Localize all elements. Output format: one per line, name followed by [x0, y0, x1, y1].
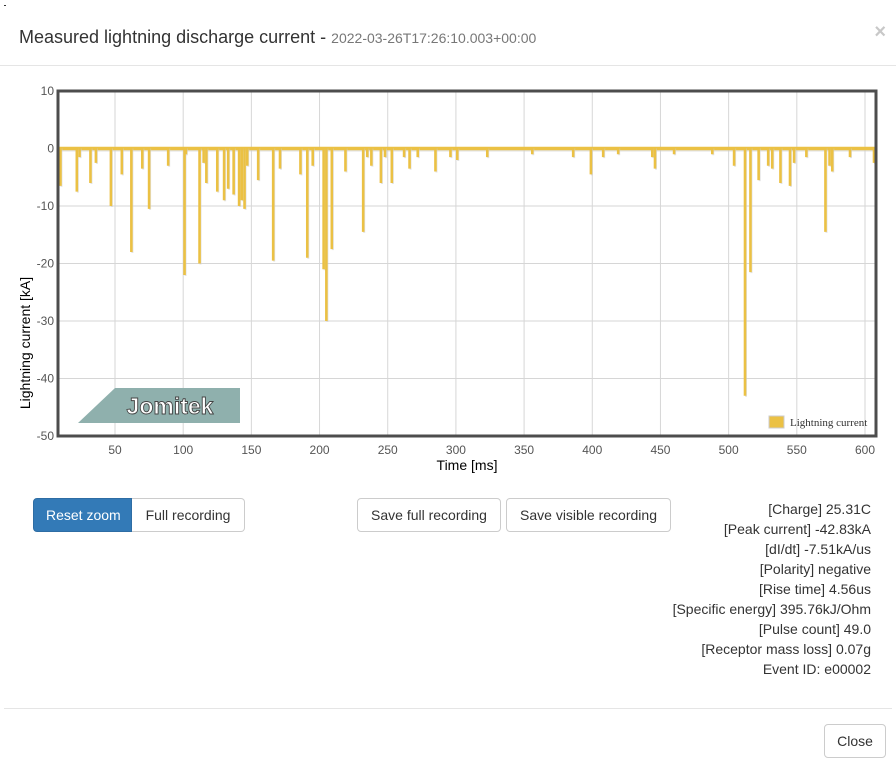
- legend-label: Lightning current: [790, 417, 867, 429]
- reset-zoom-button[interactable]: Reset zoom: [33, 498, 132, 532]
- close-button[interactable]: Close: [824, 724, 886, 758]
- y-tick-label: 0: [47, 142, 54, 156]
- current-chart[interactable]: Jomitek 50 100 150 200 250 300 350 400 450 500 550…: [0, 80, 896, 480]
- x-tick-label: 450: [650, 443, 670, 457]
- info-event-id: Event ID: e00002: [762, 661, 871, 677]
- jomitek-watermark: Jomitek: [78, 388, 240, 423]
- x-tick-label: 250: [378, 443, 398, 457]
- y-tick-label: -30: [37, 314, 55, 328]
- x-tick-label: 400: [582, 443, 602, 457]
- y-tick-label: -20: [37, 257, 55, 271]
- y-axis-label: Lightning current [kA]: [17, 277, 33, 409]
- modal-title-text: Measured lightning discharge current -: [19, 27, 332, 47]
- event-info: [Charge] 25.31C [Peak current] -42.83kA …: [673, 499, 871, 679]
- x-tick-label: 200: [310, 443, 330, 457]
- y-tick-label: 10: [41, 84, 55, 98]
- modal-footer-divider: [4, 708, 892, 709]
- x-tick-label: 100: [173, 443, 193, 457]
- y-tick-label: -50: [37, 429, 55, 443]
- save-visible-recording-button[interactable]: Save visible recording: [506, 498, 671, 532]
- modal-header: Measured lightning discharge current - 2…: [0, 0, 896, 66]
- chart-grid: [58, 91, 876, 436]
- legend-swatch: [768, 415, 785, 429]
- x-axis-label: Time [ms]: [437, 457, 498, 473]
- series-lightning-current: [59, 146, 876, 397]
- info-specific-energy: [Specific energy] 395.76kJ/Ohm: [672, 601, 871, 617]
- y-tick-label: -10: [37, 199, 55, 213]
- legend: Lightning current: [768, 415, 867, 429]
- info-polarity: [Polarity] negative: [759, 561, 871, 577]
- x-tick-label: 350: [514, 443, 534, 457]
- x-tick-label: 300: [446, 443, 466, 457]
- info-mass-loss: [Receptor mass loss] 0.07g: [701, 641, 871, 657]
- x-tick-label: 150: [241, 443, 261, 457]
- x-tick-label: 50: [108, 443, 122, 457]
- y-tick-label: -40: [37, 372, 55, 386]
- x-tick-label: 500: [719, 443, 739, 457]
- info-didt: [dI/dt] -7.51kA/us: [765, 541, 871, 557]
- watermark-text: Jomitek: [127, 393, 214, 419]
- info-peak-current: [Peak current] -42.83kA: [723, 521, 871, 537]
- close-icon[interactable]: ×: [874, 22, 886, 42]
- info-rise-time: [Rise time] 4.56us: [758, 581, 871, 597]
- info-pulse-count: [Pulse count] 49.0: [758, 621, 871, 637]
- info-charge: [Charge] 25.31C: [768, 501, 871, 517]
- full-recording-button[interactable]: Full recording: [132, 498, 245, 532]
- x-tick-label: 550: [787, 443, 807, 457]
- event-timestamp: 2022-03-26T17:26:10.003+00:00: [331, 30, 537, 46]
- modal-title: Measured lightning discharge current - 2…: [19, 27, 536, 48]
- x-tick-label: 600: [855, 443, 875, 457]
- save-full-recording-button[interactable]: Save full recording: [357, 498, 501, 532]
